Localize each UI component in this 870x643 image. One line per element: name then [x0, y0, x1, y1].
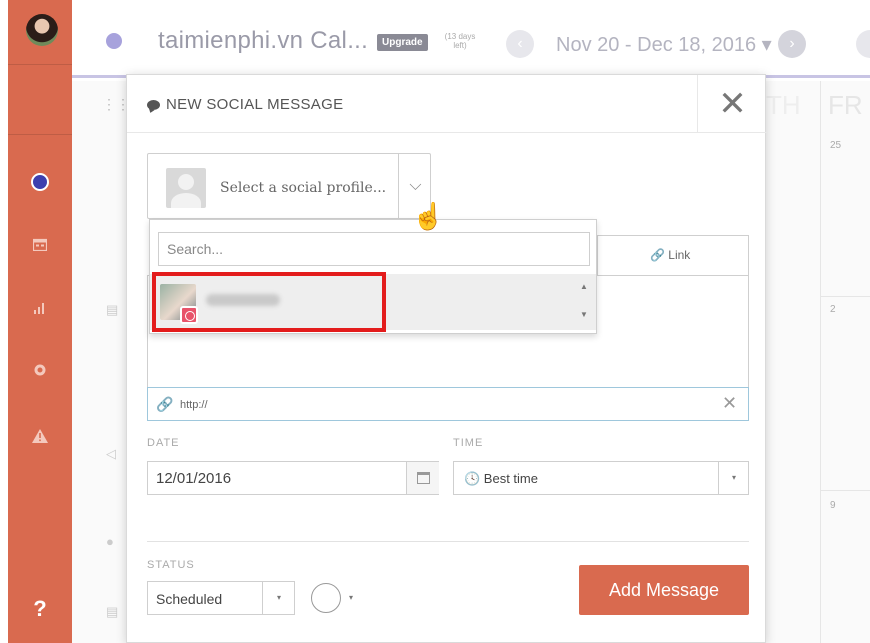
dialog-header: NEW SOCIAL MESSAGE ✕ [127, 75, 767, 133]
add-message-button[interactable]: Add Message [579, 565, 749, 615]
user-avatar[interactable] [26, 14, 58, 46]
chat-icon: ● [106, 534, 114, 549]
date-field[interactable]: 12/01/2016 [147, 461, 439, 495]
scroll-down-icon[interactable]: ▼ [580, 310, 588, 319]
profile-dropdown: ▲ ▼ [149, 219, 597, 334]
time-select[interactable]: 🕓 Best time ▾ [453, 461, 749, 495]
active-calendar-icon[interactable] [30, 172, 50, 192]
color-picker[interactable] [311, 583, 341, 613]
help-button[interactable]: ? [30, 596, 50, 622]
footer-divider [147, 541, 749, 542]
calendar-title[interactable]: taimienphi.vn Cal... [158, 27, 368, 55]
calendar-icon[interactable] [30, 234, 50, 254]
chat-icon [147, 100, 160, 110]
dialog-title-text: NEW SOCIAL MESSAGE [166, 96, 344, 113]
date-picker-button[interactable] [406, 462, 439, 494]
status-value: Scheduled [156, 591, 223, 607]
highlight-box [152, 272, 386, 332]
upgrade-badge[interactable]: Upgrade [377, 34, 428, 51]
calendar-color-dot [106, 33, 122, 49]
note-icon: ▤ [106, 302, 119, 317]
url-input[interactable]: 🔗 http:// ✕ [147, 387, 749, 421]
profile-placeholder-icon [166, 168, 206, 208]
alert-icon[interactable] [30, 426, 50, 446]
sidebar-divider [8, 64, 72, 65]
prev-range-button[interactable]: ‹ [506, 30, 534, 58]
time-label: TIME [453, 437, 484, 449]
day-number: 25 [830, 140, 842, 151]
profile-select-placeholder: Select a social profile... [220, 180, 387, 196]
hand-cursor-icon: ☝ [412, 201, 445, 231]
time-value: 🕓 Best time [464, 471, 538, 486]
social-profile-select[interactable]: Select a social profile... ⌵ [147, 153, 431, 219]
close-button[interactable]: ✕ [697, 75, 767, 133]
tab-link[interactable]: 🔗 Link [650, 248, 690, 262]
day-header-thu: TH [766, 90, 801, 120]
status-label: STATUS [147, 559, 195, 571]
calendar-header: taimienphi.vn Cal... Upgrade (13 days le… [72, 0, 870, 78]
status-select[interactable]: Scheduled ▾ [147, 581, 295, 615]
stats-icon[interactable] [30, 298, 50, 318]
row-divider [820, 490, 870, 491]
toolbar-button[interactable] [856, 30, 870, 58]
date-range-selector[interactable]: Nov 20 - Dec 18, 2016 ▾ [556, 32, 772, 57]
date-label: DATE [147, 437, 180, 449]
clear-url-icon[interactable]: ✕ [722, 393, 737, 414]
scroll-up-icon[interactable]: ▲ [580, 282, 588, 291]
day-number: 2 [830, 304, 836, 315]
settings-icon[interactable] [30, 360, 50, 380]
trial-days-left: (13 days left) [444, 32, 476, 50]
link-icon: 🔗 [156, 396, 174, 412]
profile-search-input[interactable] [158, 232, 590, 266]
date-value: 12/01/2016 [156, 470, 232, 487]
chevron-down-icon[interactable]: ▾ [262, 582, 295, 614]
sidebar-divider [8, 134, 72, 135]
day-header-fri: FR [828, 90, 863, 120]
next-range-button[interactable]: › [778, 30, 806, 58]
column-divider [820, 81, 821, 643]
row-divider [820, 296, 870, 297]
note-icon: ▤ [106, 604, 119, 619]
megaphone-icon: ◁ [106, 446, 116, 461]
url-value: http:// [180, 399, 208, 411]
new-social-message-dialog: NEW SOCIAL MESSAGE ✕ Select a social pro… [126, 74, 767, 643]
attachment-tabs: 🔗 Link [597, 235, 749, 275]
left-sidebar: ? [8, 0, 72, 643]
calendar-icon [416, 472, 430, 484]
chevron-down-icon[interactable]: ▾ [718, 462, 749, 494]
chevron-down-icon[interactable]: ▾ [349, 593, 353, 602]
dialog-title: NEW SOCIAL MESSAGE [147, 96, 343, 113]
day-number: 9 [830, 500, 836, 511]
